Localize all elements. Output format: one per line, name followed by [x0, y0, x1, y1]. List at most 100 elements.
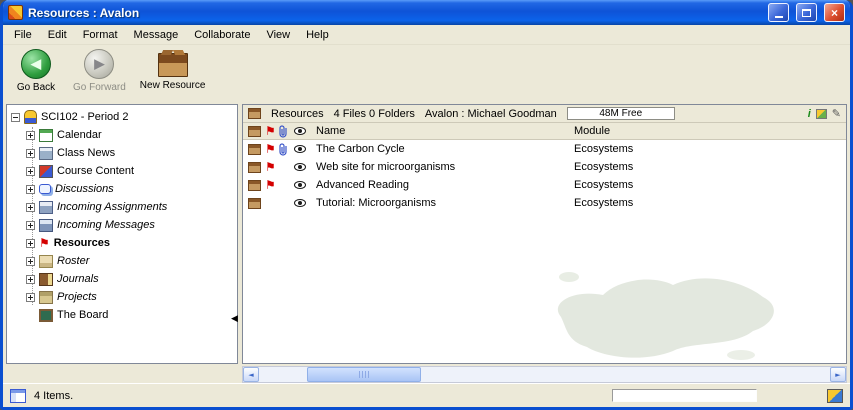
toolbar: ◀ Go Back ▶ Go Forward New Resource	[3, 45, 850, 102]
file-module: Ecosystems	[574, 143, 846, 155]
free-space-indicator: 48M Free	[567, 107, 675, 120]
eye-icon[interactable]	[294, 163, 306, 171]
expand-box-icon[interactable]	[26, 221, 35, 230]
sidebar-item-projects[interactable]: Projects	[7, 288, 237, 306]
maximize-icon	[802, 9, 811, 17]
firstclass-app-icon	[8, 5, 23, 20]
file-name[interactable]: Web site for microorganisms	[316, 161, 574, 173]
pencil-icon[interactable]: ✎	[832, 108, 841, 119]
panel-header-icons: i ✎	[808, 108, 841, 120]
splitter-collapse-icon[interactable]: ◀	[231, 314, 238, 324]
file-module: Ecosystems	[574, 179, 846, 191]
scroll-right-button[interactable]: ►	[830, 367, 846, 382]
title-bar[interactable]: Resources : Avalon ×	[3, 0, 850, 25]
horizontal-scrollbar[interactable]: ◄ ►	[242, 366, 847, 383]
sidebar-item-label: Roster	[57, 255, 89, 267]
sidebar-item-label: Incoming Messages	[57, 219, 155, 231]
list-column-header[interactable]: ⚑ Name Module	[243, 123, 846, 140]
file-name[interactable]: Tutorial: Microorganisms	[316, 197, 574, 209]
menu-edit[interactable]: Edit	[40, 27, 75, 43]
minimize-button[interactable]	[768, 3, 789, 22]
sidebar-item-incoming-messages[interactable]: Incoming Messages	[7, 216, 237, 234]
expand-box-icon[interactable]	[26, 185, 35, 194]
menu-collaborate[interactable]: Collaborate	[186, 27, 258, 43]
sidebar-item-roster[interactable]: Roster	[7, 252, 237, 270]
view-mode-icon[interactable]	[10, 389, 26, 403]
sidebar-item-resources[interactable]: ⚑ Resources	[7, 234, 237, 252]
scrollbar-thumb[interactable]	[307, 367, 421, 382]
go-forward-label: Go Forward	[73, 82, 126, 93]
new-resource-button[interactable]: New Resource	[140, 49, 206, 91]
stack-icon[interactable]	[816, 109, 827, 119]
sidebar-item-label: Incoming Assignments	[57, 201, 167, 213]
menu-view[interactable]: View	[258, 27, 298, 43]
expand-box-icon[interactable]	[26, 257, 35, 266]
info-icon[interactable]: i	[808, 108, 811, 120]
file-list: ⚑ The Carbon Cycle Ecosystems ⚑ Web sit	[243, 140, 846, 363]
account-name: Avalon : Michael Goodman	[425, 108, 557, 120]
sidebar-item-course-content[interactable]: Course Content	[7, 162, 237, 180]
eye-icon[interactable]	[294, 199, 306, 207]
back-arrow-icon: ◀	[21, 49, 51, 79]
type-column-icon[interactable]	[248, 126, 261, 137]
sidebar-item-label: Journals	[57, 273, 99, 285]
news-icon	[39, 147, 53, 160]
scrollbar-track[interactable]	[421, 367, 830, 382]
list-item[interactable]: ⚑ Advanced Reading Ecosystems	[243, 176, 846, 194]
sidebar-item-the-board[interactable]: The Board	[7, 306, 237, 324]
expand-box-icon[interactable]	[26, 149, 35, 158]
eye-icon[interactable]	[294, 145, 306, 153]
flag-icon: ⚑	[265, 161, 276, 173]
go-back-label: Go Back	[17, 82, 55, 93]
list-item[interactable]: ⚑ Tutorial: Microorganisms Ecosystems	[243, 194, 846, 212]
expand-box-icon[interactable]	[26, 293, 35, 302]
resource-box-icon	[248, 180, 261, 191]
scroll-left-button[interactable]: ◄	[243, 367, 259, 382]
file-name[interactable]: The Carbon Cycle	[316, 143, 574, 155]
sidebar-item-class-news[interactable]: Class News	[7, 144, 237, 162]
sidebar-item-discussions[interactable]: Discussions	[7, 180, 237, 198]
expand-box-icon[interactable]	[26, 239, 35, 248]
map-watermark	[531, 255, 791, 363]
eye-column-icon[interactable]	[294, 127, 306, 135]
expand-box-icon[interactable]	[26, 203, 35, 212]
collapse-box-icon[interactable]	[11, 113, 20, 122]
sidebar-item-calendar[interactable]: Calendar	[7, 126, 237, 144]
list-item[interactable]: ⚑ The Carbon Cycle Ecosystems	[243, 140, 846, 158]
expand-box-icon[interactable]	[26, 131, 35, 140]
file-name[interactable]: Advanced Reading	[316, 179, 574, 191]
maximize-button[interactable]	[796, 3, 817, 22]
course-tree-panel: SCI102 - Period 2 Calendar Class News Co…	[6, 104, 238, 364]
resource-box-icon	[248, 108, 261, 119]
menu-message[interactable]: Message	[126, 27, 187, 43]
messages-icon	[39, 219, 53, 232]
menu-file[interactable]: File	[6, 27, 40, 43]
eye-icon[interactable]	[294, 181, 306, 189]
projects-icon	[39, 291, 53, 304]
connection-status-icon[interactable]	[827, 389, 843, 403]
expand-box-icon[interactable]	[26, 275, 35, 284]
go-back-button[interactable]: ◀ Go Back	[13, 49, 59, 93]
menu-help[interactable]: Help	[298, 27, 337, 43]
flag-column-icon[interactable]: ⚑	[265, 125, 276, 137]
attachment-column-icon[interactable]	[279, 125, 294, 138]
list-item[interactable]: ⚑ Web site for microorganisms Ecosystems	[243, 158, 846, 176]
menu-format[interactable]: Format	[75, 27, 126, 43]
sidebar-item-incoming-assignments[interactable]: Incoming Assignments	[7, 198, 237, 216]
flag-icon: ⚑	[39, 237, 50, 249]
status-progress-box	[612, 389, 757, 402]
module-column-header[interactable]: Module	[574, 125, 846, 137]
new-resource-label: New Resource	[140, 80, 206, 91]
file-count: 4 Files 0 Folders	[334, 108, 415, 120]
window-title: Resources : Avalon	[28, 6, 761, 20]
sidebar-item-root[interactable]: SCI102 - Period 2	[7, 108, 237, 126]
flag-icon: ⚑	[265, 179, 276, 191]
sidebar-item-label: Calendar	[57, 129, 102, 141]
name-column-header[interactable]: Name	[316, 125, 574, 137]
close-button[interactable]: ×	[824, 3, 845, 22]
assignments-icon	[39, 201, 53, 214]
expand-box-icon[interactable]	[26, 167, 35, 176]
scroll-strip: ◄ ►	[3, 366, 850, 383]
sidebar-item-journals[interactable]: Journals	[7, 270, 237, 288]
app-window: Resources : Avalon × File Edit Format Me…	[0, 0, 853, 410]
